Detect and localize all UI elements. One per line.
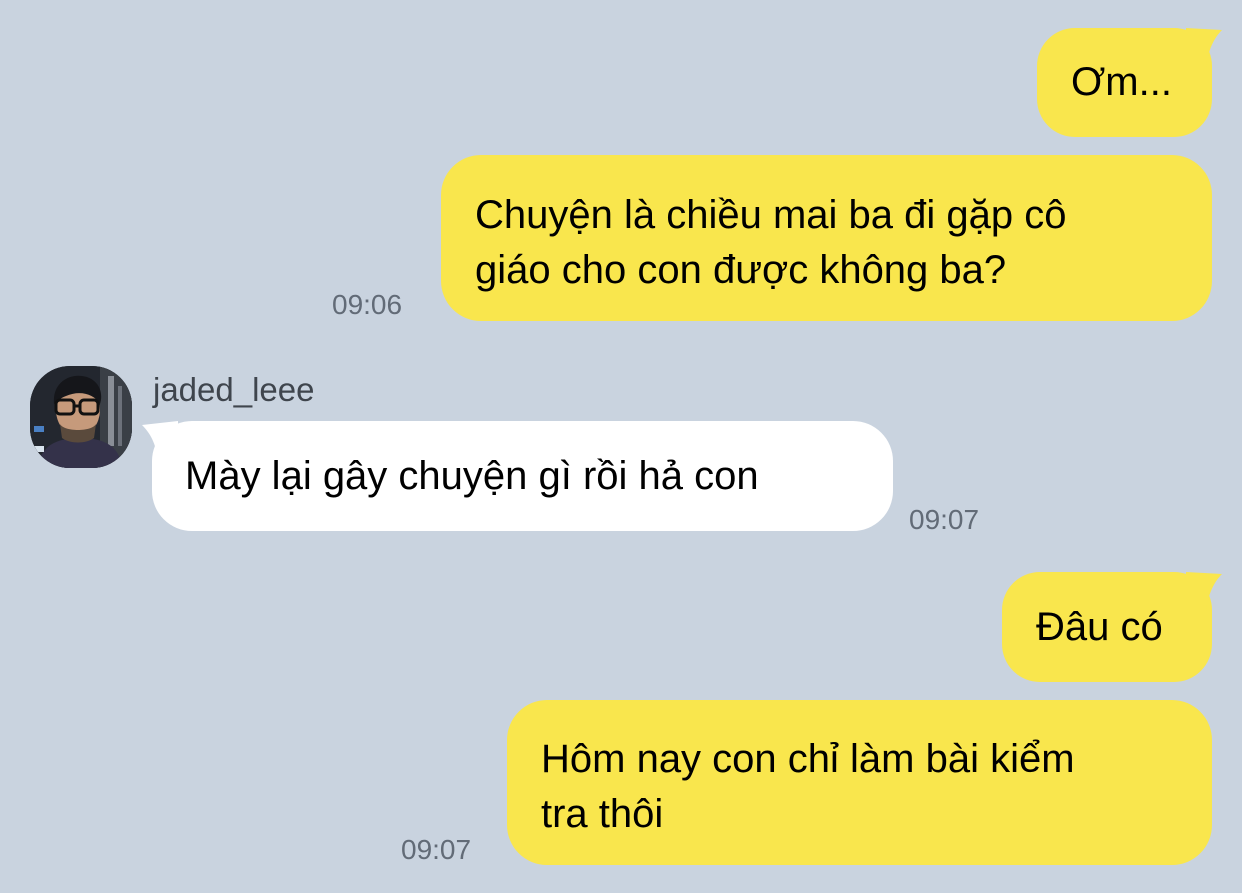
message-timestamp: 09:07 [909, 504, 980, 535]
message-bubble-incoming[interactable]: Mày lại gây chuyện gì rồi hả con [152, 421, 893, 531]
message-timestamp: 09:06 [332, 289, 403, 320]
contact-avatar[interactable] [30, 366, 132, 468]
message-timestamp: 09:07 [401, 834, 472, 865]
bubble-tail-incoming [142, 421, 178, 461]
message-bubble-outgoing[interactable]: Đâu có [1002, 572, 1212, 682]
bubble-tail-outgoing [1186, 572, 1222, 612]
message-bubble-outgoing[interactable]: Chuyện là chiều mai ba đi gặp cô giáo ch… [441, 155, 1212, 321]
avatar-photo-icon [30, 366, 132, 468]
bubble-tail-outgoing [1186, 28, 1222, 68]
message-text-line: Hôm nay con chỉ làm bài kiểm [541, 737, 1075, 781]
message-bubble-outgoing[interactable]: Hôm nay con chỉ làm bài kiểm tra thôi [507, 700, 1212, 865]
message-text-line: giáo cho con được không ba? [475, 248, 1007, 292]
message-text: Mày lại gây chuyện gì rồi hả con [185, 454, 759, 498]
chat-screen: { "contact": { "username": "jaded_leee",… [0, 0, 1242, 893]
message-text-line: Chuyện là chiều mai ba đi gặp cô [475, 193, 1067, 237]
sender-name: jaded_leee [153, 371, 315, 408]
message-text-line: tra thôi [541, 792, 664, 836]
